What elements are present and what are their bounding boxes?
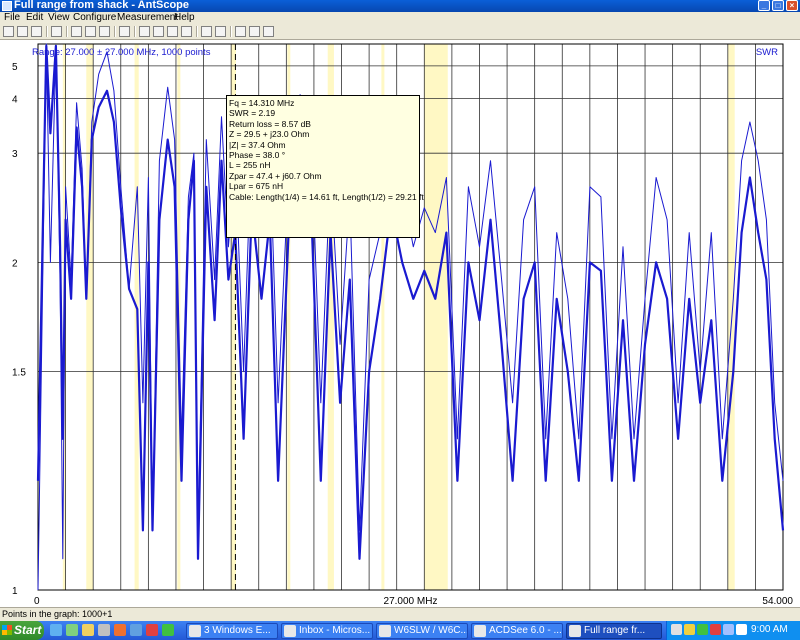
toolbar-separator <box>230 26 232 37</box>
save-icon[interactable] <box>31 26 42 37</box>
acdsee-icon <box>474 625 486 637</box>
status-text: Points in the graph: 1000+1 <box>2 609 113 619</box>
tooltip-line: Cable: Length(1/4) = 14.61 ft, Length(1/… <box>229 191 424 202</box>
tooltip-line: L = 255 nH <box>229 160 271 171</box>
antscope-icon <box>569 625 581 637</box>
y-tick-label: 1.5 <box>12 368 26 379</box>
quicklaunch-icon[interactable] <box>162 624 174 636</box>
toolbar-separator <box>196 26 198 37</box>
explorer-icon <box>189 625 201 637</box>
maximize-button[interactable]: □ <box>772 0 784 11</box>
ham-band <box>424 44 448 590</box>
task-label: Full range fr... <box>584 625 646 636</box>
fq-icon[interactable] <box>215 26 226 37</box>
menu-configure[interactable]: Configure <box>73 12 116 24</box>
system-tray: 9:00 AM <box>666 621 800 640</box>
refresh-icon[interactable] <box>167 26 178 37</box>
help-icon[interactable] <box>263 26 274 37</box>
y-tick-label: 5 <box>12 62 18 73</box>
tooltip-line: Fq = 14.310 MHz <box>229 98 295 108</box>
windows-flag-icon <box>2 625 12 635</box>
window-title: Full range from shack - AntScope <box>14 0 190 11</box>
y-tick-label: 3 <box>12 149 18 160</box>
task-label: W6SLW / W6C... <box>394 625 468 636</box>
range-label: Range: 27.000 ± 27.000 MHz, 1000 points <box>32 47 211 58</box>
tooltip-line: |Z| = 37.4 Ohm <box>229 139 286 150</box>
x-tick-label: 0 <box>34 596 40 607</box>
print-icon[interactable] <box>119 26 130 37</box>
copy-icon[interactable] <box>85 26 96 37</box>
app-icon[interactable] <box>2 1 12 11</box>
paste-icon[interactable] <box>99 26 110 37</box>
menu-view[interactable]: View <box>48 12 70 24</box>
toolbar-separator <box>134 26 136 37</box>
tray-icon[interactable] <box>684 624 695 635</box>
task-antscope[interactable]: Full range fr... <box>566 623 662 639</box>
chart-icon[interactable] <box>249 26 260 37</box>
tooltip-line: Zpar = 47.4 + j60.7 Ohm <box>229 170 322 181</box>
start-label: Start <box>14 623 42 637</box>
close-button[interactable]: × <box>786 0 798 11</box>
tray-icon[interactable] <box>697 624 708 635</box>
tooltip-line: SWR = 2.19 <box>229 108 276 119</box>
x-tick-label: 54.000 <box>762 596 793 607</box>
tray-icon[interactable] <box>671 624 682 635</box>
quicklaunch-icon[interactable] <box>130 624 142 636</box>
import-icon[interactable] <box>51 26 62 37</box>
tooltip-line: Z = 29.5 + j23.0 Ohm <box>229 129 310 140</box>
quicklaunch-icon[interactable] <box>66 624 78 636</box>
task-label: 3 Windows E... <box>204 625 271 636</box>
task-outlook-inbox[interactable]: Inbox - Micros... <box>281 623 373 639</box>
ie-icon[interactable] <box>50 624 62 636</box>
task-acdsee[interactable]: ACDSee 6.0 - ... <box>471 623 563 639</box>
start-button[interactable]: Start <box>0 621 44 640</box>
y-tick-label: 1 <box>12 586 18 597</box>
menu-bar: File Edit View Configure Measurement Hel… <box>0 12 800 24</box>
outlook-icon <box>284 625 296 637</box>
menu-edit[interactable]: Edit <box>26 12 43 24</box>
open-icon[interactable] <box>17 26 28 37</box>
firefox-icon <box>379 625 391 637</box>
status-bar: Points in the graph: 1000+1 <box>0 607 800 621</box>
toolbar-separator <box>114 26 116 37</box>
asterisk-icon[interactable] <box>153 26 164 37</box>
plot-area[interactable]: 1 1.5 2 3 4 5 Range: 27.000 ± 27.000 MHz, 1000… <box>0 40 800 607</box>
tooltip-line: Return loss = 8.57 dB <box>229 118 311 129</box>
taskbar: Start 3 Windows E... Inbox - Micros... W… <box>0 621 800 640</box>
x-tick-label: 27.000 MHz <box>384 596 438 607</box>
quicklaunch-icon[interactable] <box>146 624 158 636</box>
tray-icon[interactable] <box>723 624 734 635</box>
ham-band <box>727 44 735 590</box>
tray-icon[interactable] <box>710 624 721 635</box>
folder-icon[interactable] <box>82 624 94 636</box>
y-tick-label: 2 <box>12 258 18 269</box>
cursor-tooltip: Fq = 14.310 MHz SWR = 2.19 Return loss = 8… <box>226 95 424 238</box>
scale-icon[interactable] <box>139 26 150 37</box>
title-bar: Full range from shack - AntScope _ □ × <box>0 0 800 12</box>
firefox-icon[interactable] <box>114 624 126 636</box>
task-label: ACDSee 6.0 - ... <box>489 625 562 636</box>
tooltip-line: Lpar = 675 nH <box>229 181 284 192</box>
numbers-icon[interactable] <box>181 26 192 37</box>
swr-graph-icon[interactable] <box>235 26 246 37</box>
minimize-button[interactable]: _ <box>758 0 770 11</box>
cut-icon[interactable] <box>71 26 82 37</box>
task-windows-explorer[interactable]: 3 Windows E... <box>186 623 278 639</box>
menu-measurement[interactable]: Measurement <box>117 12 178 24</box>
toolbar <box>0 24 800 40</box>
volume-icon[interactable] <box>736 624 747 635</box>
tooltip-line: Phase = 38.0 ° <box>229 150 286 161</box>
task-label: Inbox - Micros... <box>299 625 371 636</box>
menu-help[interactable]: Help <box>174 12 195 24</box>
quicklaunch-icon[interactable] <box>98 624 110 636</box>
y-axis-label: SWR <box>756 47 778 58</box>
y-tick-label: 4 <box>12 95 18 106</box>
new-icon[interactable] <box>3 26 14 37</box>
toolbar-separator <box>66 26 68 37</box>
clock: 9:00 AM <box>751 624 788 635</box>
task-browser[interactable]: W6SLW / W6C... <box>376 623 468 639</box>
filter-icon[interactable] <box>201 26 212 37</box>
menu-file[interactable]: File <box>4 12 20 24</box>
toolbar-separator <box>46 26 48 37</box>
